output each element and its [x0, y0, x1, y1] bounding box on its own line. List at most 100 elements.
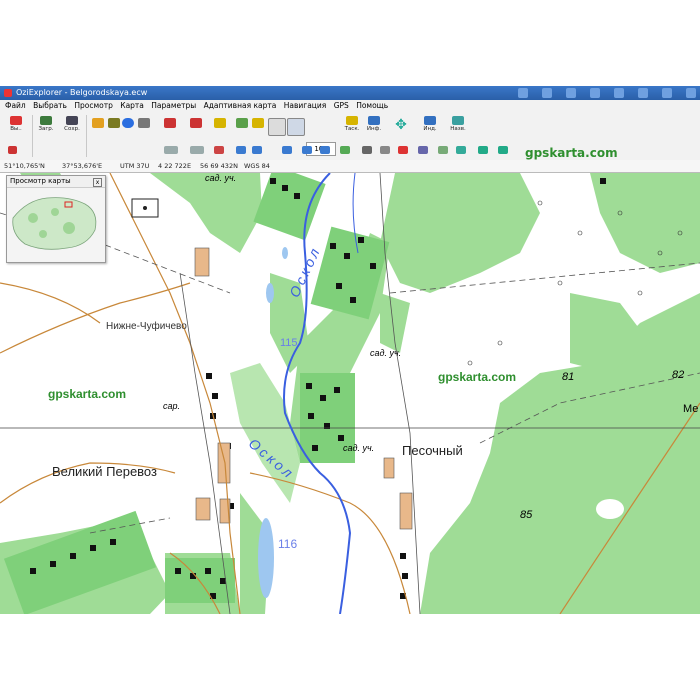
menu-file[interactable]: Файл — [5, 101, 26, 110]
status-bar: 51°10,765'N 37°53,676'E UTM 37U 4 22 722… — [0, 160, 700, 173]
overview-map[interactable] — [7, 188, 105, 262]
menu-params[interactable]: Параметры — [151, 101, 196, 110]
layer-icon[interactable] — [164, 146, 178, 154]
track-label: Таск. — [344, 126, 360, 132]
lock-icon[interactable] — [214, 118, 226, 128]
layer-icon[interactable] — [498, 146, 508, 154]
zoom-icon[interactable] — [268, 118, 286, 136]
watermark-left: gpskarta.com — [48, 387, 127, 401]
app-window: OziExplorer - Belgorodskaya.ecw Файл Выб… — [0, 86, 700, 614]
layer-icon[interactable] — [320, 146, 330, 154]
taskbar-icon[interactable] — [686, 88, 696, 98]
menu-map[interactable]: Карта — [120, 101, 144, 110]
easting-readout: 4 22 722E — [158, 162, 192, 170]
watermark-right: gpskarta.com — [438, 370, 517, 384]
elevation-82: 82 — [672, 369, 685, 381]
layer-icon[interactable] — [282, 146, 292, 154]
menu-select[interactable]: Выбрать — [33, 101, 67, 110]
name-label: Назв. — [450, 126, 466, 132]
edge-label: Ме — [683, 403, 699, 415]
info-button[interactable]: Инф. — [364, 116, 384, 132]
village-label-pesochny: Песочный — [402, 443, 463, 458]
move-waypoint-icon[interactable] — [108, 118, 120, 128]
index-icon — [424, 116, 436, 125]
close-icon[interactable]: x — [93, 178, 102, 187]
index-label: Инд. — [423, 126, 437, 132]
elevation-81: 81 — [562, 371, 575, 383]
menu-view[interactable]: Просмотр — [74, 101, 113, 110]
taskbar-icon[interactable] — [590, 88, 600, 98]
app-icon — [4, 88, 12, 97]
northing-readout: 56 69 432N — [200, 162, 238, 170]
brand-label: gpskarta.com — [525, 146, 618, 160]
overview-panel[interactable]: Просмотр карты x — [6, 175, 106, 263]
map-icon[interactable] — [236, 118, 248, 128]
save-label: Сохр. — [64, 126, 80, 132]
longitude-readout: 37°53,676'E — [62, 162, 103, 170]
chart-icon[interactable] — [418, 146, 428, 154]
load-icon — [40, 116, 52, 125]
save-icon — [66, 116, 78, 125]
title-bar: OziExplorer - Belgorodskaya.ecw — [0, 86, 700, 100]
datum-readout: WGS 84 — [244, 162, 270, 170]
track-icon[interactable] — [138, 118, 150, 128]
name-icon — [452, 116, 464, 125]
village-label-nizhne-chufichevo: Нижне-Чуфичево — [106, 321, 187, 332]
menu-help[interactable]: Помощь — [356, 101, 388, 110]
toolbar-separator — [86, 115, 87, 157]
antenna-icon[interactable] — [456, 146, 466, 154]
info-icon — [368, 116, 380, 125]
waypoint-icon[interactable] — [92, 118, 104, 128]
settings-icon[interactable] — [380, 146, 390, 154]
garden-label-bottom: сад. уч. — [343, 443, 375, 453]
taskbar-icon[interactable] — [566, 88, 576, 98]
toolbar-separator — [32, 115, 33, 157]
exit-label: Вы.. — [10, 126, 22, 132]
layer-icon[interactable] — [478, 146, 488, 154]
track-control-icon — [346, 116, 358, 125]
layer-icon[interactable] — [438, 146, 448, 154]
layer-icon[interactable] — [236, 146, 246, 154]
taskbar-icon[interactable] — [614, 88, 624, 98]
pencil-icon[interactable] — [340, 146, 350, 154]
layer-icon[interactable] — [190, 146, 204, 154]
taskbar-icon[interactable] — [518, 88, 528, 98]
village-label-velikiy-perevoz: Великий Перевоз — [52, 464, 157, 479]
exit-icon — [10, 116, 22, 125]
load-button[interactable]: Загр. — [36, 116, 56, 132]
taskbar-icon[interactable] — [638, 88, 648, 98]
track-button[interactable]: Таск. — [342, 116, 362, 132]
exit-small-icon[interactable] — [8, 146, 17, 154]
menu-gps[interactable]: GPS — [334, 101, 349, 110]
latitude-readout: 51°10,765'N — [4, 162, 45, 170]
taskbar-icon[interactable] — [542, 88, 552, 98]
layer-icon[interactable] — [302, 146, 312, 154]
marker-icon[interactable] — [214, 146, 224, 154]
exit-button[interactable]: Вы.. — [6, 116, 26, 132]
target-icon[interactable] — [398, 146, 408, 154]
menu-adaptive-map[interactable]: Адаптивная карта — [204, 101, 277, 110]
taskbar-icon[interactable] — [662, 88, 672, 98]
anchor-icon[interactable] — [362, 146, 372, 154]
index-button[interactable]: Инд. — [420, 116, 440, 132]
info-label: Инф. — [366, 126, 382, 132]
garden-label-mid: сад. уч. — [370, 348, 402, 358]
select-icon[interactable] — [287, 118, 305, 136]
route-edit-icon[interactable] — [190, 118, 202, 128]
layer-icon[interactable] — [252, 146, 262, 154]
overview-title: Просмотр карты — [7, 176, 105, 188]
shed-label: сар. — [163, 401, 181, 411]
grid-icon[interactable] — [252, 118, 264, 128]
elevation-116: 116 — [278, 537, 298, 551]
elevation-85: 85 — [520, 509, 533, 521]
menu-navigation[interactable]: Навигация — [284, 101, 327, 110]
pan-arrows-icon[interactable]: ✥ — [392, 116, 410, 134]
name-button[interactable]: Назв. — [448, 116, 468, 132]
garden-label-top: сад. уч. — [205, 173, 237, 183]
toolbar: Вы.. Загр. Сохр. 100 Таск. Инф. ✥ Инд. Н… — [0, 112, 700, 161]
event-icon[interactable] — [122, 118, 134, 128]
window-title: OziExplorer - Belgorodskaya.ecw — [16, 88, 148, 97]
route-icon[interactable] — [164, 118, 176, 128]
menu-bar: Файл Выбрать Просмотр Карта Параметры Ад… — [0, 100, 700, 112]
save-button[interactable]: Сохр. — [62, 116, 82, 132]
